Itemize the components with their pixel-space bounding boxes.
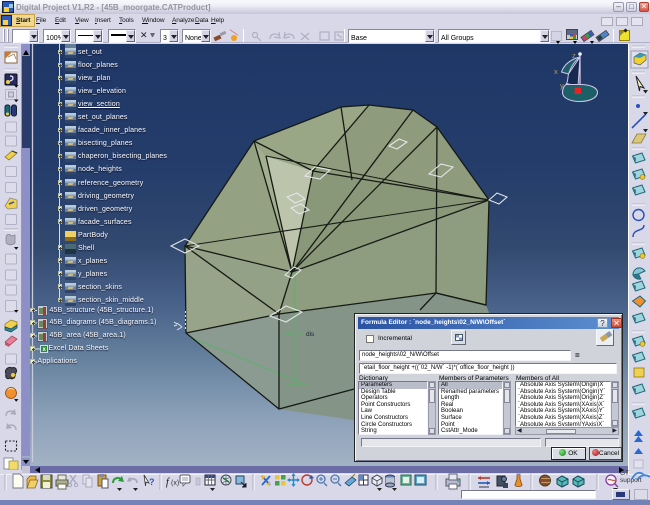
svg-text:?: ? xyxy=(149,477,155,487)
svg-text:(x): (x) xyxy=(171,480,179,487)
svg-text:f: f xyxy=(166,477,170,488)
